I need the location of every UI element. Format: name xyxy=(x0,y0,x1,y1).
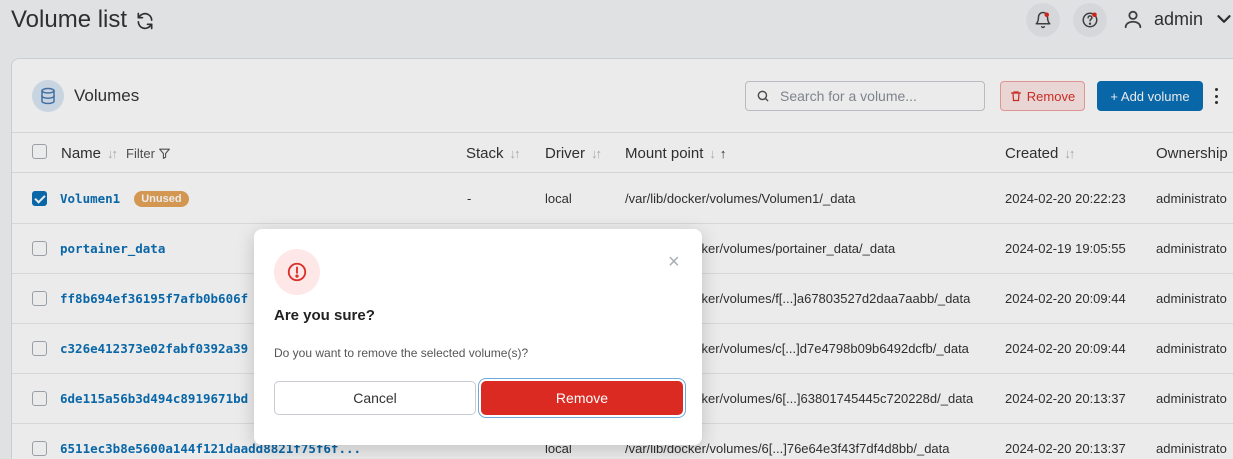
alert-circle-icon xyxy=(287,262,307,282)
confirm-remove-button[interactable]: Remove xyxy=(481,381,683,415)
close-icon[interactable]: × xyxy=(668,252,680,272)
alert-icon-badge xyxy=(274,249,320,295)
confirm-dialog: × Are you sure? Do you want to remove th… xyxy=(254,229,702,445)
cancel-button[interactable]: Cancel xyxy=(274,381,476,415)
dialog-title: Are you sure? xyxy=(274,307,375,324)
dialog-message: Do you want to remove the selected volum… xyxy=(274,346,529,360)
